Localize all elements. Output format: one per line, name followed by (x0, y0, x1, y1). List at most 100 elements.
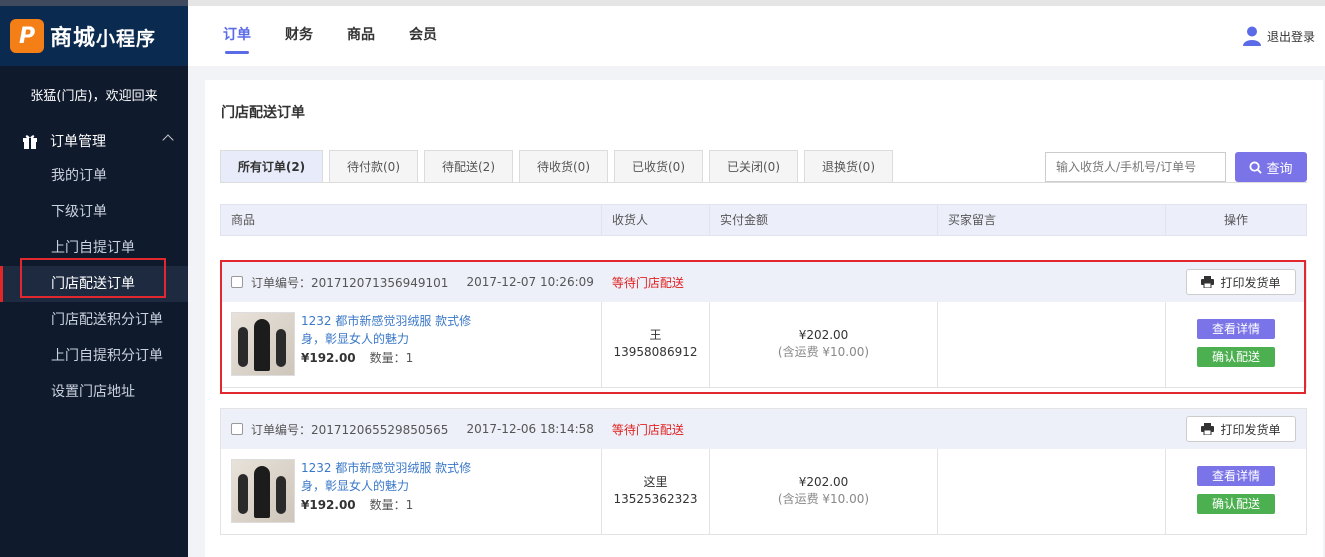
tab-pending-receipt[interactable]: 待收货(0) (519, 150, 608, 183)
menu-group-label: 订单管理 (50, 134, 106, 150)
order-status: 等待门店配送 (611, 275, 684, 290)
col-amount: 实付金额 (710, 205, 938, 235)
sidebar-item-pickup-orders[interactable]: 上门自提订单 (0, 230, 188, 266)
order-card: 订单编号：201712071356949101 2017-12-07 10:26… (220, 261, 1307, 388)
product-image[interactable] (231, 312, 295, 376)
receiver-phone: 13525362323 (613, 492, 698, 506)
receiver-name: 王 (649, 328, 662, 342)
nav-finance[interactable]: 财务 (285, 6, 313, 66)
paid-amount: ¥202.00 (798, 475, 849, 489)
amount-cell: ¥202.00 (含运费 ¥10.00) (710, 449, 938, 534)
gift-icon (23, 135, 37, 149)
view-details-button[interactable]: 查看详情 (1197, 466, 1275, 486)
main-content: 门店配送订单 所有订单(2) 待付款(0) 待配送(2) 待收货(0) 已收货(… (205, 80, 1323, 557)
print-label: 打印发货单 (1220, 275, 1281, 290)
order-time: 2017-12-06 18:14:58 (466, 422, 594, 436)
top-nav: 订单 财务 商品 会员 退出登录 (188, 0, 1325, 66)
amount-cell: ¥202.00 (含运费 ¥10.00) (710, 302, 938, 387)
paid-amount: ¥202.00 (798, 328, 849, 342)
search-icon (1249, 160, 1263, 174)
order-row: 1232 都市新感觉羽绒服 款式修身，彰显女人的魅力 ¥192.00 数量：1 这… (221, 449, 1306, 534)
user-icon (1242, 26, 1261, 46)
logout-label: 退出登录 (1266, 29, 1315, 44)
goods-info: 1232 都市新感觉羽绒服 款式修身，彰显女人的魅力 ¥192.00 数量：1 (301, 459, 481, 534)
printer-icon (1201, 276, 1215, 288)
tab-pending-payment[interactable]: 待付款(0) (329, 150, 418, 183)
product-qty: 数量：1 (369, 351, 414, 365)
message-cell (938, 302, 1166, 387)
confirm-delivery-button[interactable]: 确认配送 (1197, 494, 1275, 514)
print-shipping-button[interactable]: 打印发货单 (1186, 269, 1296, 295)
tab-pending-delivery[interactable]: 待配送(2) (424, 150, 513, 183)
goods-cell: 1232 都市新感觉羽绒服 款式修身，彰显女人的魅力 ¥192.00 数量：1 (221, 302, 602, 387)
menu-group-order-management[interactable]: 订单管理 (0, 124, 188, 158)
tab-closed[interactable]: 已关闭(0) (709, 150, 798, 183)
logo[interactable]: P 商城小程序 (0, 0, 188, 66)
search-button-label: 查询 (1266, 161, 1293, 177)
table-header: 商品 收货人 实付金额 买家留言 操作 (220, 204, 1307, 236)
print-shipping-button[interactable]: 打印发货单 (1186, 416, 1296, 442)
goods-cell: 1232 都市新感觉羽绒服 款式修身，彰显女人的魅力 ¥192.00 数量：1 (221, 449, 602, 534)
print-label: 打印发货单 (1220, 422, 1281, 437)
product-qty: 数量：1 (369, 498, 414, 512)
product-link[interactable]: 1232 都市新感觉羽绒服 款式修身，彰显女人的魅力 (301, 312, 481, 348)
sidebar-item-sub-orders[interactable]: 下级订单 (0, 194, 188, 230)
order-header: 订单编号：201712065529850565 2017-12-06 18:14… (221, 409, 1306, 449)
search-input[interactable] (1045, 152, 1226, 182)
order-header: 订单编号：201712071356949101 2017-12-07 10:26… (221, 262, 1306, 302)
shipping-fee: (含运费 ¥10.00) (777, 345, 870, 359)
order-card: 订单编号：201712065529850565 2017-12-06 18:14… (220, 408, 1307, 535)
nav-orders[interactable]: 订单 (223, 6, 251, 66)
welcome-text: 张猛(门店)，欢迎回来 (30, 89, 158, 104)
receiver-name: 这里 (643, 475, 668, 489)
view-details-button[interactable]: 查看详情 (1197, 319, 1275, 339)
sidebar-item-store-delivery-points-orders[interactable]: 门店配送积分订单 (0, 302, 188, 338)
tab-divider (220, 182, 1307, 183)
nav-members[interactable]: 会员 (409, 6, 437, 66)
goods-meta: ¥192.00 数量：1 (301, 496, 481, 513)
page-title: 门店配送订单 (221, 105, 305, 121)
actions-cell: 查看详情 确认配送 (1166, 449, 1306, 534)
col-message: 买家留言 (938, 205, 1166, 235)
sidebar-item-store-delivery-orders[interactable]: 门店配送订单 (0, 266, 188, 302)
sidebar: P 商城小程序 张猛(门店)，欢迎回来 订单管理 我的订单 下级订单 上门自提订… (0, 0, 188, 557)
order-checkbox[interactable] (231, 276, 243, 288)
order-status: 等待门店配送 (611, 422, 684, 437)
goods-info: 1232 都市新感觉羽绒服 款式修身，彰显女人的魅力 ¥192.00 数量：1 (301, 312, 481, 387)
actions-cell: 查看详情 确认配送 (1166, 302, 1306, 387)
message-cell (938, 449, 1166, 534)
order-number: 订单编号：201712071356949101 (251, 275, 449, 290)
receiver-cell: 这里 13525362323 (602, 449, 710, 534)
product-image[interactable] (231, 459, 295, 523)
confirm-delivery-button[interactable]: 确认配送 (1197, 347, 1275, 367)
product-link[interactable]: 1232 都市新感觉羽绒服 款式修身，彰显女人的魅力 (301, 459, 481, 495)
tab-all-orders[interactable]: 所有订单(2) (220, 150, 323, 183)
logout-button[interactable]: 退出登录 (1242, 26, 1315, 46)
sidebar-item-my-orders[interactable]: 我的订单 (0, 158, 188, 194)
receiver-cell: 王 13958086912 (602, 302, 710, 387)
search-button[interactable]: 查询 (1235, 152, 1307, 182)
shipping-fee: (含运费 ¥10.00) (777, 492, 870, 506)
order-number: 订单编号：201712065529850565 (251, 422, 449, 437)
chevron-up-icon[interactable] (162, 134, 174, 146)
order-time: 2017-12-07 10:26:09 (466, 275, 594, 289)
goods-meta: ¥192.00 数量：1 (301, 349, 481, 366)
sidebar-item-pickup-points-orders[interactable]: 上门自提积分订单 (0, 338, 188, 374)
sidebar-item-store-address[interactable]: 设置门店地址 (0, 374, 188, 410)
order-checkbox[interactable] (231, 423, 243, 435)
order-row: 1232 都市新感觉羽绒服 款式修身，彰显女人的魅力 ¥192.00 数量：1 王… (221, 302, 1306, 387)
product-price: ¥192.00 (301, 498, 356, 512)
tab-returns[interactable]: 退换货(0) (804, 150, 893, 183)
product-price: ¥192.00 (301, 351, 356, 365)
nav-goods[interactable]: 商品 (347, 6, 375, 66)
col-actions: 操作 (1223, 213, 1248, 227)
tab-received[interactable]: 已收货(0) (614, 150, 703, 183)
col-goods: 商品 (221, 205, 602, 235)
printer-icon (1201, 423, 1215, 435)
logo-text: 商城小程序 (50, 20, 156, 52)
logo-icon: P (10, 19, 44, 53)
col-receiver: 收货人 (602, 205, 710, 235)
logo-name-main: 商城 (50, 26, 97, 51)
order-tabs: 所有订单(2) 待付款(0) 待配送(2) 待收货(0) 已收货(0) 已关闭(… (220, 150, 899, 183)
receiver-phone: 13958086912 (613, 345, 698, 359)
